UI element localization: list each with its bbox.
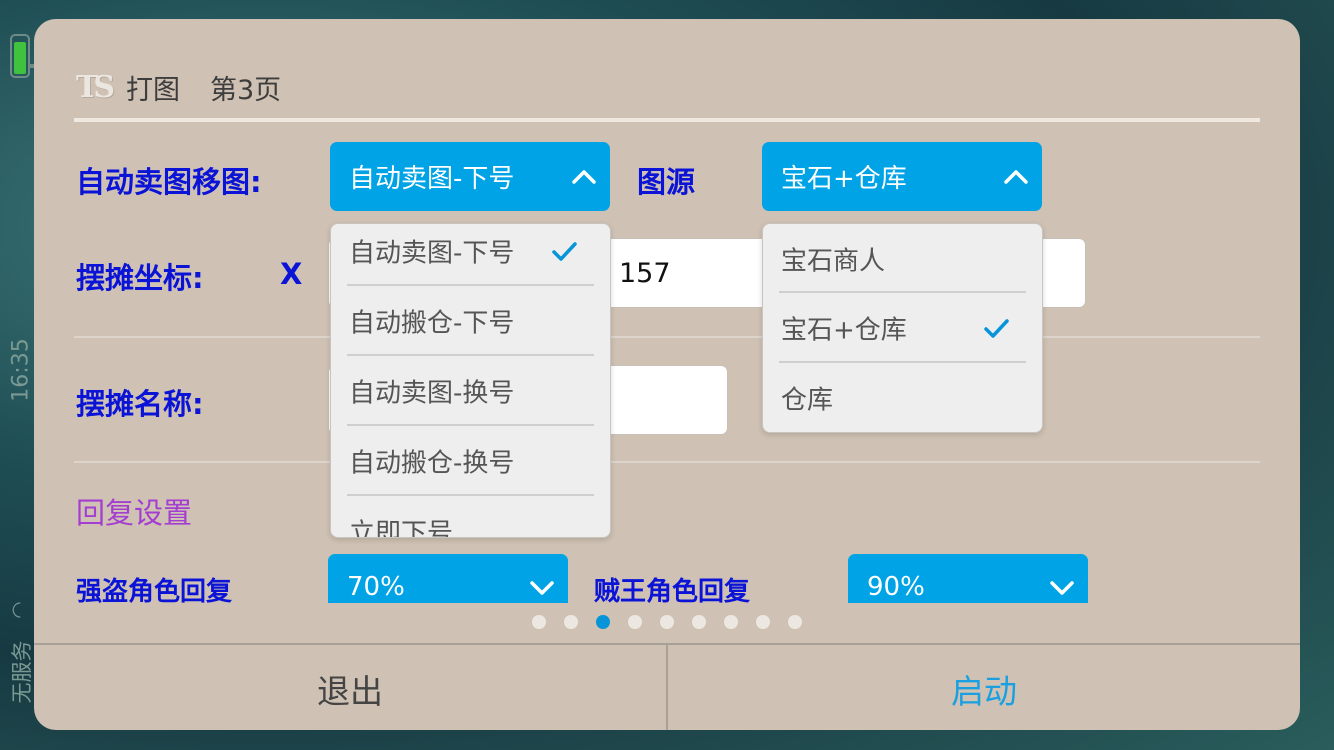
chevron-up-icon <box>1004 169 1028 184</box>
settings-dialog: TS 打图 第3页 自动卖图移图: 自动卖图-下号 图源 宝石+仓库 摆摊坐标:… <box>34 19 1300 730</box>
battery-icon <box>10 34 36 78</box>
map-source-label: 图源 <box>637 165 696 199</box>
chevron-up-icon <box>572 169 596 184</box>
auto-map-option[interactable]: 自动卖图-下号 <box>331 224 610 286</box>
robber-recovery-value: 70% <box>347 572 405 602</box>
map-source-select[interactable]: 宝石+仓库 <box>762 142 1042 211</box>
ts-logo: TS <box>76 69 115 105</box>
checkmark-icon <box>984 319 1009 338</box>
robber-recovery-select[interactable]: 70% <box>328 554 568 603</box>
header-divider <box>74 118 1260 122</box>
auto-map-dropdown: 自动卖图-下号 自动搬仓-下号 自动卖图-换号 自动搬仓-换号 立即下号 <box>330 223 611 538</box>
divider <box>74 461 1260 463</box>
status-time: 16:35 <box>8 338 34 402</box>
page-dot[interactable] <box>564 615 578 629</box>
chevron-down-icon <box>530 581 554 595</box>
auto-map-option[interactable]: 自动搬仓-换号 <box>331 426 610 496</box>
thief-king-recovery-select[interactable]: 90% <box>848 554 1088 603</box>
thief-king-recovery-value: 90% <box>867 572 925 602</box>
map-source-option[interactable]: 仓库 <box>763 363 1042 432</box>
map-source-select-value: 宝石+仓库 <box>781 164 907 194</box>
map-source-dropdown: 宝石商人 宝石+仓库 仓库 <box>762 223 1043 433</box>
start-button[interactable]: 启动 <box>668 645 1300 730</box>
stall-coords-label: 摆摊坐标: <box>76 261 204 295</box>
page-dot[interactable] <box>692 615 706 629</box>
map-source-option[interactable]: 宝石商人 <box>763 224 1042 294</box>
page-dot[interactable] <box>532 615 546 629</box>
page-indicator: 第3页 <box>210 74 282 106</box>
page-dot[interactable] <box>660 615 674 629</box>
divider <box>74 336 1260 338</box>
page-dot[interactable] <box>788 615 802 629</box>
page-dot[interactable] <box>756 615 770 629</box>
page-dots <box>532 615 820 631</box>
auto-map-select-value: 自动卖图-下号 <box>349 164 515 194</box>
stall-name-label: 摆摊名称: <box>76 387 204 421</box>
page-dot-active[interactable] <box>596 615 610 629</box>
dialog-title: 打图 <box>126 74 180 106</box>
chevron-down-icon <box>1050 581 1074 595</box>
map-source-option[interactable]: 宝石+仓库 <box>763 293 1042 363</box>
auto-map-option[interactable]: 自动搬仓-下号 <box>331 286 610 356</box>
auto-map-option[interactable]: 自动卖图-换号 <box>331 356 610 426</box>
recovery-section-title: 回复设置 <box>76 496 193 530</box>
status-bar: 16:35 ◠ 无服务 <box>0 0 36 750</box>
auto-map-label: 自动卖图移图: <box>76 165 262 199</box>
dialog-footer: 退出 启动 <box>34 643 1300 730</box>
auto-map-option[interactable]: 立即下号 <box>331 496 610 538</box>
dialog-header: TS 打图 第3页 <box>76 67 311 107</box>
page-dot[interactable] <box>628 615 642 629</box>
carrier-status: 无服务 <box>10 640 34 704</box>
exit-button[interactable]: 退出 <box>34 645 666 730</box>
thief-king-recovery-label: 贼王角色回复 <box>594 577 751 607</box>
checkmark-icon <box>552 242 577 261</box>
robber-recovery-label: 强盗角色回复 <box>76 577 233 607</box>
page-dot[interactable] <box>724 615 738 629</box>
wifi-icon: ◠ <box>6 601 31 619</box>
x-label: X <box>280 257 303 291</box>
auto-map-select[interactable]: 自动卖图-下号 <box>330 142 610 211</box>
